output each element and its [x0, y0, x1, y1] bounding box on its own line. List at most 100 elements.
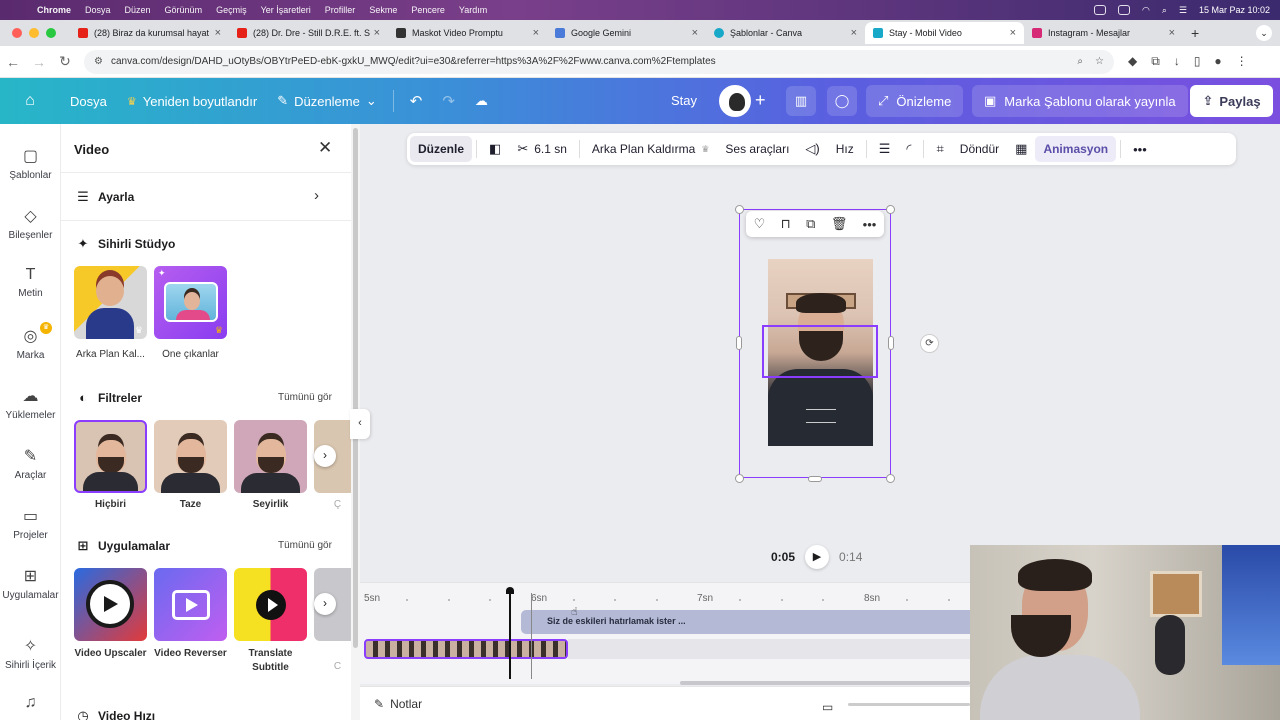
resize-handle[interactable]: [736, 336, 742, 350]
browser-tab-active[interactable]: Stay - Mobil Video ×: [865, 22, 1024, 44]
line-weight-icon[interactable]: ☰: [871, 136, 899, 162]
rotate-button[interactable]: Döndür: [952, 136, 1007, 162]
crop-icon[interactable]: ⌗: [928, 136, 951, 162]
resize-handle[interactable]: [888, 336, 894, 350]
filters-see-all-link[interactable]: Tümünü gör: [278, 392, 332, 403]
video-speed-heading[interactable]: ◷ Video Hızı: [76, 708, 155, 720]
menu-item[interactable]: Yer İşaretleri: [254, 5, 318, 15]
rail-item-magic-media[interactable]: ✧ Sihirli İçerik: [0, 636, 61, 671]
add-collaborator-icon[interactable]: +: [755, 90, 766, 111]
site-info-icon[interactable]: ⚙: [94, 56, 103, 67]
apps-see-all-link[interactable]: Tümünü gör: [278, 540, 332, 551]
close-tab-icon[interactable]: ×: [374, 27, 380, 39]
menu-app-name[interactable]: Chrome: [30, 5, 78, 15]
menu-item[interactable]: Yardım: [452, 5, 494, 15]
close-window-icon[interactable]: [12, 28, 22, 38]
browser-tab[interactable]: Instagram - Mesajlar ×: [1024, 22, 1183, 44]
translate-subtitle-app[interactable]: [234, 568, 307, 641]
flip-icon[interactable]: ◧: [481, 136, 509, 162]
zoom-slider[interactable]: [848, 703, 970, 706]
chevron-right-icon[interactable]: ›: [314, 445, 336, 467]
close-tab-icon[interactable]: ×: [692, 27, 698, 39]
chevron-right-icon[interactable]: ›: [314, 187, 319, 204]
bg-remover-thumbnail[interactable]: ♛: [74, 266, 147, 339]
search-icon[interactable]: ⌕: [1162, 5, 1167, 16]
minimize-window-icon[interactable]: [29, 28, 39, 38]
inner-selection-box[interactable]: [762, 325, 878, 378]
share-button[interactable]: ⇪ Paylaş: [1190, 85, 1273, 117]
undo-icon[interactable]: ↶: [400, 92, 433, 110]
wifi-icon[interactable]: ◠: [1142, 5, 1150, 16]
corner-rounding-icon[interactable]: ◜: [898, 136, 919, 162]
display-icon[interactable]: [1117, 5, 1130, 15]
edit-mode-dropdown[interactable]: ✎ Düzenleme ⌄: [267, 85, 387, 117]
audio-tools-button[interactable]: Ses araçları: [717, 136, 797, 162]
browser-tab[interactable]: Maskot Video Promptu ×: [388, 22, 547, 44]
filter-thumbnail-cinematic[interactable]: [234, 420, 307, 493]
filter-thumbnail-none[interactable]: [74, 420, 147, 493]
comment-add-icon[interactable]: ♡: [754, 216, 766, 232]
video-track-clip[interactable]: [364, 639, 568, 659]
browser-tab[interactable]: Şablonlar - Canva ×: [706, 22, 865, 44]
home-icon[interactable]: ⌂: [0, 85, 60, 117]
chevron-right-icon[interactable]: ›: [314, 593, 336, 615]
screen-record-icon[interactable]: [1093, 5, 1106, 15]
menu-item[interactable]: Düzen: [118, 5, 158, 15]
close-tab-icon[interactable]: ×: [1010, 27, 1016, 39]
resize-handle[interactable]: [735, 205, 744, 214]
redo-icon[interactable]: ↷: [432, 92, 465, 110]
duplicate-icon[interactable]: ⧉: [806, 216, 815, 232]
side-panel-icon[interactable]: ▯: [1194, 54, 1201, 69]
menu-item[interactable]: Pencere: [404, 5, 452, 15]
play-icon[interactable]: ▶: [805, 545, 830, 569]
close-tab-icon[interactable]: ×: [1169, 27, 1175, 39]
reload-icon[interactable]: ↻: [52, 53, 78, 70]
rotate-handle-icon[interactable]: ⟳: [920, 334, 939, 353]
more-options-icon[interactable]: •••: [863, 217, 877, 232]
video-upscaler-app[interactable]: [74, 568, 147, 641]
resize-handle[interactable]: [886, 205, 895, 214]
rail-item-apps[interactable]: ⊞ Uygulamalar: [0, 566, 61, 601]
trim-button[interactable]: ✂ 6.1 sn: [509, 136, 575, 162]
extension-icon[interactable]: ◆: [1128, 54, 1137, 69]
collapse-panel-icon[interactable]: ‹: [350, 409, 370, 439]
resize-handle[interactable]: [886, 474, 895, 483]
volume-icon[interactable]: ◁): [797, 136, 827, 162]
rail-item-uploads[interactable]: ☁ Yüklemeler: [0, 386, 61, 421]
close-tab-icon[interactable]: ×: [215, 27, 221, 39]
profile-icon[interactable]: ●: [1214, 54, 1221, 69]
text-track-clip[interactable]: Siz de eskileri hatırlamak ister ...: [521, 610, 970, 634]
download-icon[interactable]: ↓: [1174, 54, 1180, 69]
filter-thumbnail-fresh[interactable]: [154, 420, 227, 493]
edit-video-button[interactable]: Düzenle: [410, 136, 473, 162]
file-menu[interactable]: Dosya: [60, 85, 117, 117]
highlights-thumbnail[interactable]: ✦ ♛: [154, 266, 227, 339]
timeline-scrollbar[interactable]: [680, 681, 970, 685]
rail-item-templates[interactable]: ▢ Şablonlar: [0, 146, 61, 181]
background-remover-button[interactable]: Arka Plan Kaldırma ♛: [584, 136, 717, 162]
lock-icon[interactable]: ⊓: [781, 216, 791, 232]
menu-kebab-icon[interactable]: ⋮: [1236, 54, 1248, 69]
comment-icon[interactable]: ◯: [827, 86, 857, 116]
design-title[interactable]: Stay: [671, 93, 697, 108]
speed-button[interactable]: Hız: [828, 136, 862, 162]
more-options-icon[interactable]: •••: [1125, 136, 1155, 162]
timeline-view-icon[interactable]: ▭: [822, 700, 833, 714]
playhead[interactable]: [509, 593, 511, 679]
forward-icon[interactable]: →: [26, 54, 52, 70]
zoom-icon[interactable]: ⌕: [1077, 56, 1083, 67]
back-icon[interactable]: ←: [0, 54, 26, 70]
rail-item-tools[interactable]: ✎ Araçlar: [0, 446, 61, 481]
tab-search-chevron-icon[interactable]: ⌄: [1256, 25, 1272, 41]
insights-chart-icon[interactable]: ▥: [786, 86, 816, 116]
preview-button[interactable]: ⤢ Önizleme: [866, 85, 964, 117]
rail-item-text[interactable]: T Metin: [0, 266, 61, 299]
puzzle-icon[interactable]: ⧉: [1151, 54, 1160, 69]
resize-button[interactable]: ♛ Yeniden boyutlandır: [117, 85, 267, 117]
browser-tab[interactable]: (28) Biraz da kurumsal hayat ×: [70, 22, 229, 44]
menu-item[interactable]: Sekme: [362, 5, 404, 15]
browser-tab[interactable]: Google Gemini ×: [547, 22, 706, 44]
adjust-row[interactable]: ☰ Ayarla: [76, 189, 134, 205]
rail-item-brand[interactable]: ♛ ◎ Marka: [0, 322, 61, 361]
url-bar[interactable]: ⚙ canva.com/design/DAHD_uOtyBs/OBYtrPeED…: [84, 49, 1114, 74]
